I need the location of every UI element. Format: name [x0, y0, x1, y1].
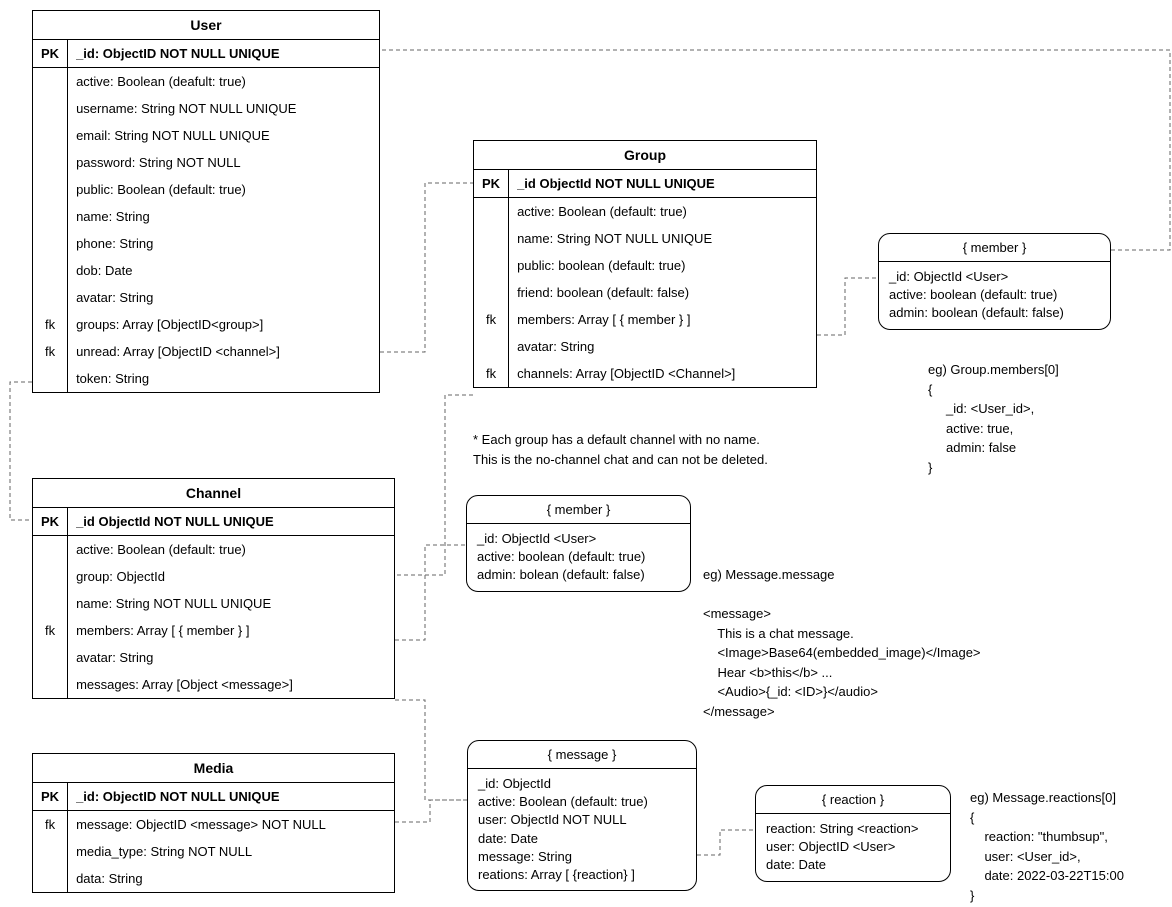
key-col [33, 536, 68, 564]
key-col [33, 671, 68, 699]
key-col: fk [33, 617, 68, 644]
pk-text: _id: ObjectID NOT NULL UNIQUE [68, 783, 395, 811]
key-col [33, 176, 68, 203]
key-col [33, 95, 68, 122]
pk-label: PK [474, 170, 509, 198]
group-rows: active: Boolean (default: true)name: Str… [474, 198, 817, 388]
attr-text: public: boolean (default: true) [509, 252, 817, 279]
attr-text: messages: Array [Object <message>] [68, 671, 395, 699]
attr-text: groups: Array [ObjectID<group>] [68, 311, 380, 338]
note-reaction-eg: eg) Message.reactions[0] { reaction: "th… [970, 788, 1124, 905]
attr-text: password: String NOT NULL [68, 149, 380, 176]
obj-reaction-body: reaction: String <reaction>user: ObjectI… [756, 814, 950, 881]
entity-channel: Channel PK _id ObjectId NOT NULL UNIQUE … [32, 478, 395, 699]
attr-text: phone: String [68, 230, 380, 257]
key-col [33, 365, 68, 393]
obj-member-mid: { member } _id: ObjectId <User>active: b… [466, 495, 691, 592]
attr-text: name: String NOT NULL UNIQUE [509, 225, 817, 252]
attr-text: active: Boolean (deafult: true) [68, 68, 380, 96]
attr-text: token: String [68, 365, 380, 393]
obj-message: { message } _id: ObjectIdactive: Boolean… [467, 740, 697, 891]
key-col: fk [33, 338, 68, 365]
pk-text: _id ObjectId NOT NULL UNIQUE [509, 170, 817, 198]
entity-user: User PK _id: ObjectID NOT NULL UNIQUE ac… [32, 10, 380, 393]
obj-reaction-title: { reaction } [756, 786, 950, 814]
attr-text: group: ObjectId [68, 563, 395, 590]
entity-media: Media PK _id: ObjectID NOT NULL UNIQUE f… [32, 753, 395, 893]
key-col [474, 252, 509, 279]
note-member-eg: eg) Group.members[0] { _id: <User_id>, a… [928, 360, 1059, 477]
attr-text: name: String NOT NULL UNIQUE [68, 590, 395, 617]
key-col [33, 563, 68, 590]
entity-group-title: Group [474, 141, 817, 170]
key-col [33, 257, 68, 284]
channel-rows: active: Boolean (default: true)group: Ob… [33, 536, 395, 699]
entity-channel-title: Channel [33, 479, 395, 508]
attr-text: data: String [68, 865, 395, 893]
obj-member-mid-title: { member } [467, 496, 690, 524]
pk-label: PK [33, 40, 68, 68]
key-col [33, 122, 68, 149]
attr-text: friend: boolean (default: false) [509, 279, 817, 306]
key-col: fk [33, 811, 68, 839]
attr-text: members: Array [ { member } ] [68, 617, 395, 644]
attr-text: media_type: String NOT NULL [68, 838, 395, 865]
key-col [33, 644, 68, 671]
key-col [33, 203, 68, 230]
key-col [474, 225, 509, 252]
key-col [33, 865, 68, 893]
key-col [33, 68, 68, 96]
attr-text: active: Boolean (default: true) [509, 198, 817, 226]
entity-group: Group PK _id ObjectId NOT NULL UNIQUE ac… [473, 140, 817, 388]
attr-text: public: Boolean (default: true) [68, 176, 380, 203]
pk-text: _id ObjectId NOT NULL UNIQUE [68, 508, 395, 536]
attr-text: name: String [68, 203, 380, 230]
attr-text: username: String NOT NULL UNIQUE [68, 95, 380, 122]
user-rows: active: Boolean (deafult: true)username:… [33, 68, 380, 393]
key-col [474, 333, 509, 360]
attr-text: message: ObjectID <message> NOT NULL [68, 811, 395, 839]
key-col: fk [474, 306, 509, 333]
entity-user-title: User [33, 11, 380, 40]
attr-text: avatar: String [68, 644, 395, 671]
attr-text: dob: Date [68, 257, 380, 284]
obj-member-top-title: { member } [879, 234, 1110, 262]
attr-text: active: Boolean (default: true) [68, 536, 395, 564]
media-rows: fkmessage: ObjectID <message> NOT NULLme… [33, 811, 395, 893]
obj-member-top-body: _id: ObjectId <User>active: boolean (def… [879, 262, 1110, 329]
note-group: * Each group has a default channel with … [473, 430, 768, 469]
note-message-eg: eg) Message.message <message> This is a … [703, 565, 981, 721]
key-col: fk [33, 311, 68, 338]
key-col [33, 590, 68, 617]
obj-message-body: _id: ObjectIdactive: Boolean (default: t… [468, 769, 696, 890]
pk-text: _id: ObjectID NOT NULL UNIQUE [68, 40, 380, 68]
attr-text: avatar: String [509, 333, 817, 360]
key-col [33, 149, 68, 176]
key-col [33, 284, 68, 311]
key-col [33, 838, 68, 865]
key-col [33, 230, 68, 257]
pk-label: PK [33, 783, 68, 811]
attr-text: email: String NOT NULL UNIQUE [68, 122, 380, 149]
obj-member-mid-body: _id: ObjectId <User>active: boolean (def… [467, 524, 690, 591]
attr-text: avatar: String [68, 284, 380, 311]
pk-label: PK [33, 508, 68, 536]
attr-text: unread: Array [ObjectID <channel>] [68, 338, 380, 365]
key-col [474, 279, 509, 306]
entity-media-title: Media [33, 754, 395, 783]
obj-member-top: { member } _id: ObjectId <User>active: b… [878, 233, 1111, 330]
attr-text: members: Array [ { member } ] [509, 306, 817, 333]
key-col: fk [474, 360, 509, 388]
attr-text: channels: Array [ObjectID <Channel>] [509, 360, 817, 388]
obj-reaction: { reaction } reaction: String <reaction>… [755, 785, 951, 882]
key-col [474, 198, 509, 226]
obj-message-title: { message } [468, 741, 696, 769]
